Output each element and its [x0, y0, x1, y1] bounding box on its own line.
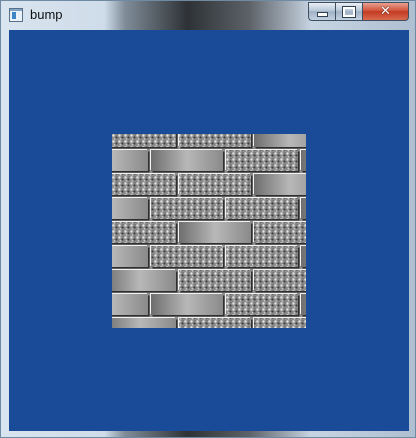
brick-smooth [112, 294, 148, 315]
brick-smooth [301, 294, 306, 315]
close-button[interactable]: ✕ [362, 2, 409, 21]
brick-rough [254, 318, 306, 328]
brick-rough [254, 222, 306, 243]
brick-rough [112, 174, 176, 195]
minimize-icon [316, 12, 328, 17]
brick-smooth [112, 270, 176, 291]
brick-rough [112, 222, 176, 243]
brick-rough [226, 198, 298, 219]
render-viewport[interactable] [9, 30, 409, 431]
brick-bump-texture [112, 134, 306, 328]
brick-rough [179, 134, 251, 147]
brick-rough [226, 294, 298, 315]
brick-bump-image [112, 134, 306, 328]
window-title: bump [30, 7, 63, 22]
brick-smooth [112, 150, 148, 171]
application-window: bump ✕ [0, 0, 416, 438]
brick-rough [112, 134, 176, 147]
brick-smooth [254, 134, 306, 147]
brick-rough [151, 246, 223, 267]
app-window-icon[interactable] [9, 8, 23, 22]
brick-rough [179, 270, 251, 291]
close-icon: ✕ [380, 4, 391, 19]
brick-rough [179, 318, 251, 328]
brick-smooth [179, 222, 251, 243]
brick-smooth [301, 150, 306, 171]
maximize-button[interactable] [335, 2, 362, 21]
brick-smooth [151, 294, 223, 315]
brick-smooth [254, 174, 306, 195]
caption-buttons: ✕ [308, 2, 409, 21]
brick-rough [226, 150, 298, 171]
brick-rough [254, 270, 306, 291]
minimize-button[interactable] [308, 2, 335, 21]
brick-smooth [112, 318, 176, 328]
brick-rough [179, 174, 251, 195]
brick-smooth [112, 198, 148, 219]
brick-smooth [301, 246, 306, 267]
brick-smooth [112, 246, 148, 267]
brick-rough [151, 198, 223, 219]
brick-smooth [301, 198, 306, 219]
brick-smooth [151, 150, 223, 171]
title-bar[interactable]: bump ✕ [1, 1, 415, 30]
maximize-icon [342, 5, 356, 18]
brick-rough [226, 246, 298, 267]
